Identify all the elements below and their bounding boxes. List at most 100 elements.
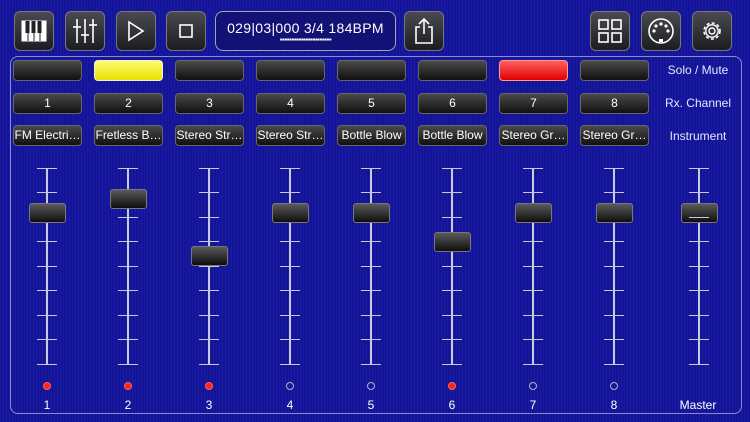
fader-tick [118, 339, 138, 340]
midi-button[interactable] [641, 11, 681, 51]
fader-tick [361, 241, 381, 242]
fader-thumb[interactable] [515, 203, 552, 223]
midi-port-icon [648, 18, 674, 44]
fader-tick [604, 168, 624, 169]
fader-tick [199, 290, 219, 291]
solo-mute-button[interactable] [94, 60, 163, 81]
fader-tick [604, 241, 624, 242]
rx-channel-button[interactable]: 5 [337, 93, 406, 114]
fader-tick [280, 241, 300, 242]
activity-led [124, 382, 132, 390]
fader-tick [442, 266, 462, 267]
fader-tick [37, 168, 57, 169]
song-position-display: 029|03|000 3/4 184BPM ▪▪▪▪▪▪▪▪▪▪▪▪▪▪▪▪▪▪… [215, 11, 396, 51]
rx-channel-button[interactable]: 1 [13, 93, 82, 114]
instrument-button[interactable]: Stereo Gr… [499, 125, 568, 146]
solo-mute-button[interactable] [175, 60, 244, 81]
solo-mute-button[interactable] [580, 60, 649, 81]
instrument-button[interactable]: Bottle Blow [418, 125, 487, 146]
fader-tick [523, 315, 543, 316]
fader-tick [118, 364, 138, 365]
master-fader-thumb[interactable] [681, 203, 718, 223]
share-icon [415, 17, 433, 44]
master-fader-tick [689, 192, 709, 193]
fader-tick [118, 168, 138, 169]
instrument-button[interactable]: Stereo Str… [256, 125, 325, 146]
rx-channel-button[interactable]: 7 [499, 93, 568, 114]
rx-channel-button[interactable]: 4 [256, 93, 325, 114]
fader-thumb[interactable] [434, 232, 471, 252]
stop-button[interactable] [166, 11, 206, 51]
fader-thumb[interactable] [353, 203, 390, 223]
master-fader-tick [689, 266, 709, 267]
fader-tick [37, 339, 57, 340]
fader-tick [199, 364, 219, 365]
solo-mute-button[interactable] [418, 60, 487, 81]
fader-tick [37, 290, 57, 291]
fader-tick [199, 217, 219, 218]
stop-icon [179, 24, 193, 38]
fader-tick [361, 266, 381, 267]
channel-number: 2 [124, 398, 132, 412]
play-button[interactable] [116, 11, 156, 51]
instrument-button[interactable]: FM Electri… [13, 125, 82, 146]
fader-tick [37, 241, 57, 242]
fader-tick [280, 339, 300, 340]
activity-led [610, 382, 618, 390]
instrument-button[interactable]: Bottle Blow [337, 125, 406, 146]
fader-tick [199, 266, 219, 267]
grid-view-button[interactable] [590, 11, 630, 51]
fader-tick [280, 290, 300, 291]
position-text: 029|03|000 3/4 184BPM [227, 20, 384, 36]
solo-mute-button[interactable] [337, 60, 406, 81]
channel-number: 3 [205, 398, 213, 412]
fader-thumb[interactable] [191, 246, 228, 266]
fader-thumb[interactable] [272, 203, 309, 223]
fader-tick [604, 290, 624, 291]
fader-tick [604, 364, 624, 365]
rx-channel-button[interactable]: 2 [94, 93, 163, 114]
fader-tick [442, 339, 462, 340]
activity-led [448, 382, 456, 390]
fader-tick [118, 266, 138, 267]
master-fader-tick [689, 364, 709, 365]
fader-tick [604, 339, 624, 340]
fader-thumb[interactable] [110, 189, 147, 209]
rx-channel-button[interactable]: 3 [175, 93, 244, 114]
fader-thumb[interactable] [29, 203, 66, 223]
channel-number: 7 [529, 398, 537, 412]
fader-tick [199, 192, 219, 193]
play-icon [128, 20, 145, 42]
instrument-button[interactable]: Fretless B… [94, 125, 163, 146]
solo-mute-button[interactable] [256, 60, 325, 81]
channel-number: 4 [286, 398, 294, 412]
share-button[interactable] [404, 11, 444, 51]
fader-tick [442, 192, 462, 193]
fader-tick [523, 192, 543, 193]
activity-led [367, 382, 375, 390]
gear-icon [703, 22, 721, 40]
fader-tick [199, 339, 219, 340]
activity-led [529, 382, 537, 390]
rx-channel-button[interactable]: 8 [580, 93, 649, 114]
rx-channel-button[interactable]: 6 [418, 93, 487, 114]
grid-icon [598, 19, 622, 43]
activity-led [43, 382, 51, 390]
activity-led [205, 382, 213, 390]
instrument-button[interactable]: Stereo Str… [175, 125, 244, 146]
solo-mute-button[interactable] [499, 60, 568, 81]
fader-tick [199, 315, 219, 316]
fader-tick [523, 290, 543, 291]
solo-mute-button[interactable] [13, 60, 82, 81]
fader-thumb[interactable] [596, 203, 633, 223]
fader-tick [361, 168, 381, 169]
keyboard-button[interactable] [14, 11, 54, 51]
mixer-button[interactable] [65, 11, 105, 51]
fader-tick [280, 364, 300, 365]
instrument-button[interactable]: Stereo Gr… [580, 125, 649, 146]
fader-tick [442, 315, 462, 316]
settings-button[interactable] [692, 11, 732, 51]
fader-tick [604, 315, 624, 316]
fader-tick [361, 290, 381, 291]
fader-tick [604, 192, 624, 193]
